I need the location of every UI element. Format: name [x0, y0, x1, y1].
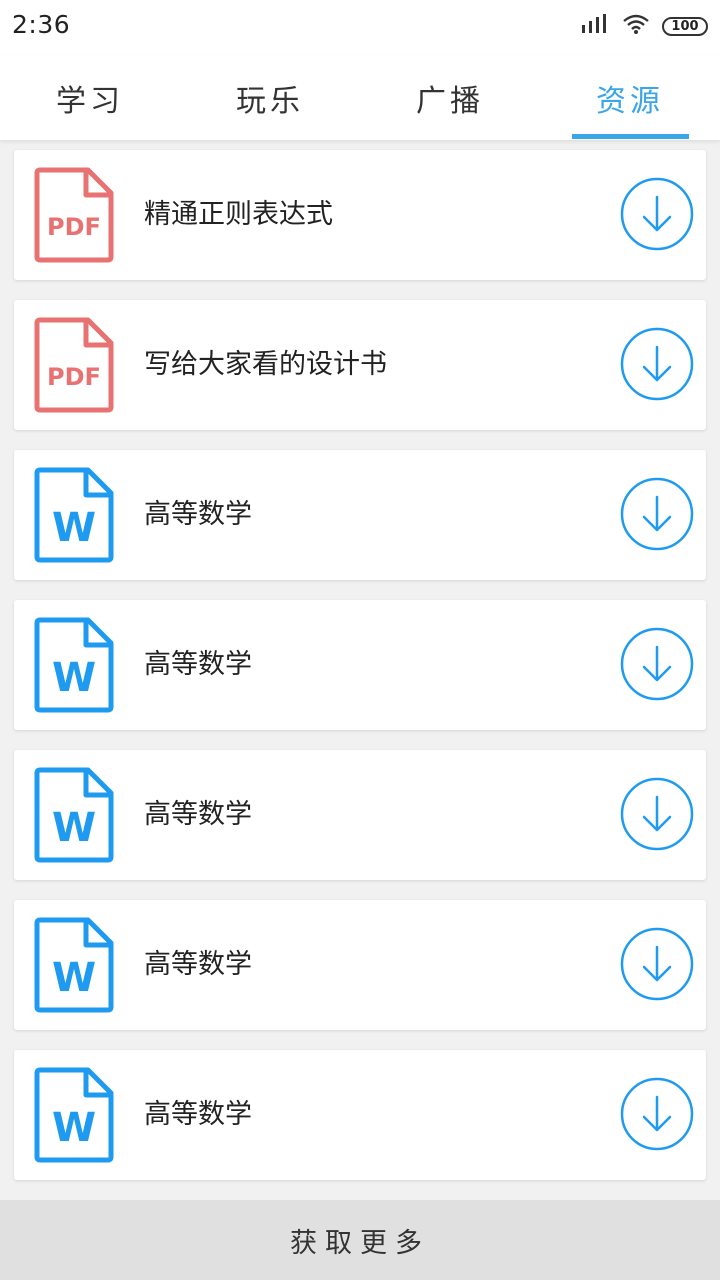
resource-name: 高等数学	[144, 799, 252, 830]
battery-indicator: 100	[662, 16, 708, 36]
resource-name: 高等数学	[144, 499, 252, 530]
resource-name: 高等数学	[144, 1099, 252, 1130]
file-type-label: W	[52, 955, 96, 1001]
pdf-file-icon: PDF	[34, 317, 114, 413]
resource-card[interactable]: W 高等数学	[14, 450, 706, 580]
active-tab-indicator	[572, 134, 689, 139]
resource-name: 高等数学	[144, 649, 252, 680]
resource-card[interactable]: PDF 精通正则表达式	[14, 150, 706, 280]
word-file-icon: W	[34, 917, 114, 1013]
download-button[interactable]	[620, 927, 694, 1001]
resource-card[interactable]: W 高等数学	[14, 600, 706, 730]
word-file-icon: W	[34, 617, 114, 713]
resource-card[interactable]: W 高等数学	[14, 750, 706, 880]
word-file-icon: W	[34, 767, 114, 863]
download-circle-icon	[620, 777, 694, 851]
tab-study[interactable]: 学习	[0, 56, 180, 140]
tab-resources[interactable]: 资源	[540, 56, 720, 140]
resource-card[interactable]: W 高等数学	[14, 900, 706, 1030]
tab-broadcast[interactable]: 广播	[360, 56, 540, 140]
download-circle-icon	[620, 627, 694, 701]
download-button[interactable]	[620, 327, 694, 401]
file-type-label: W	[52, 1105, 96, 1151]
resource-name: 精通正则表达式	[144, 199, 333, 230]
word-file-icon: W	[34, 467, 114, 563]
file-type-label: PDF	[47, 363, 101, 391]
file-type-label: PDF	[47, 213, 101, 241]
word-file-icon: W	[34, 1067, 114, 1163]
status-bar: 2:36 100	[0, 0, 720, 56]
download-circle-icon	[620, 477, 694, 551]
resource-card[interactable]: PDF 写给大家看的设计书	[14, 300, 706, 430]
wifi-icon	[622, 13, 650, 39]
download-button[interactable]	[620, 627, 694, 701]
resource-list: PDF 精通正则表达式 PDF 写给大家看的设计书 W 高等数学 W 高等数学 W 高等数学 W 高等…	[14, 150, 706, 1200]
download-button[interactable]	[620, 177, 694, 251]
status-time: 2:36	[12, 10, 71, 39]
load-more-button[interactable]: 获取更多	[0, 1200, 720, 1280]
download-circle-icon	[620, 177, 694, 251]
file-type-label: W	[52, 505, 96, 551]
download-button[interactable]	[620, 477, 694, 551]
pdf-file-icon: PDF	[34, 167, 114, 263]
download-button[interactable]	[620, 1077, 694, 1151]
tab-bar: 学习 玩乐 广播 资源	[0, 56, 720, 140]
download-circle-icon	[620, 327, 694, 401]
download-circle-icon	[620, 1077, 694, 1151]
resource-card[interactable]: W 高等数学	[14, 1050, 706, 1180]
file-type-label: W	[52, 655, 96, 701]
status-icons: 100	[580, 12, 708, 40]
download-circle-icon	[620, 927, 694, 1001]
download-button[interactable]	[620, 777, 694, 851]
resource-name: 写给大家看的设计书	[144, 349, 387, 380]
file-type-label: W	[52, 805, 96, 851]
tab-fun[interactable]: 玩乐	[180, 56, 360, 140]
resource-name: 高等数学	[144, 949, 252, 980]
signal-bars-icon	[580, 13, 610, 39]
